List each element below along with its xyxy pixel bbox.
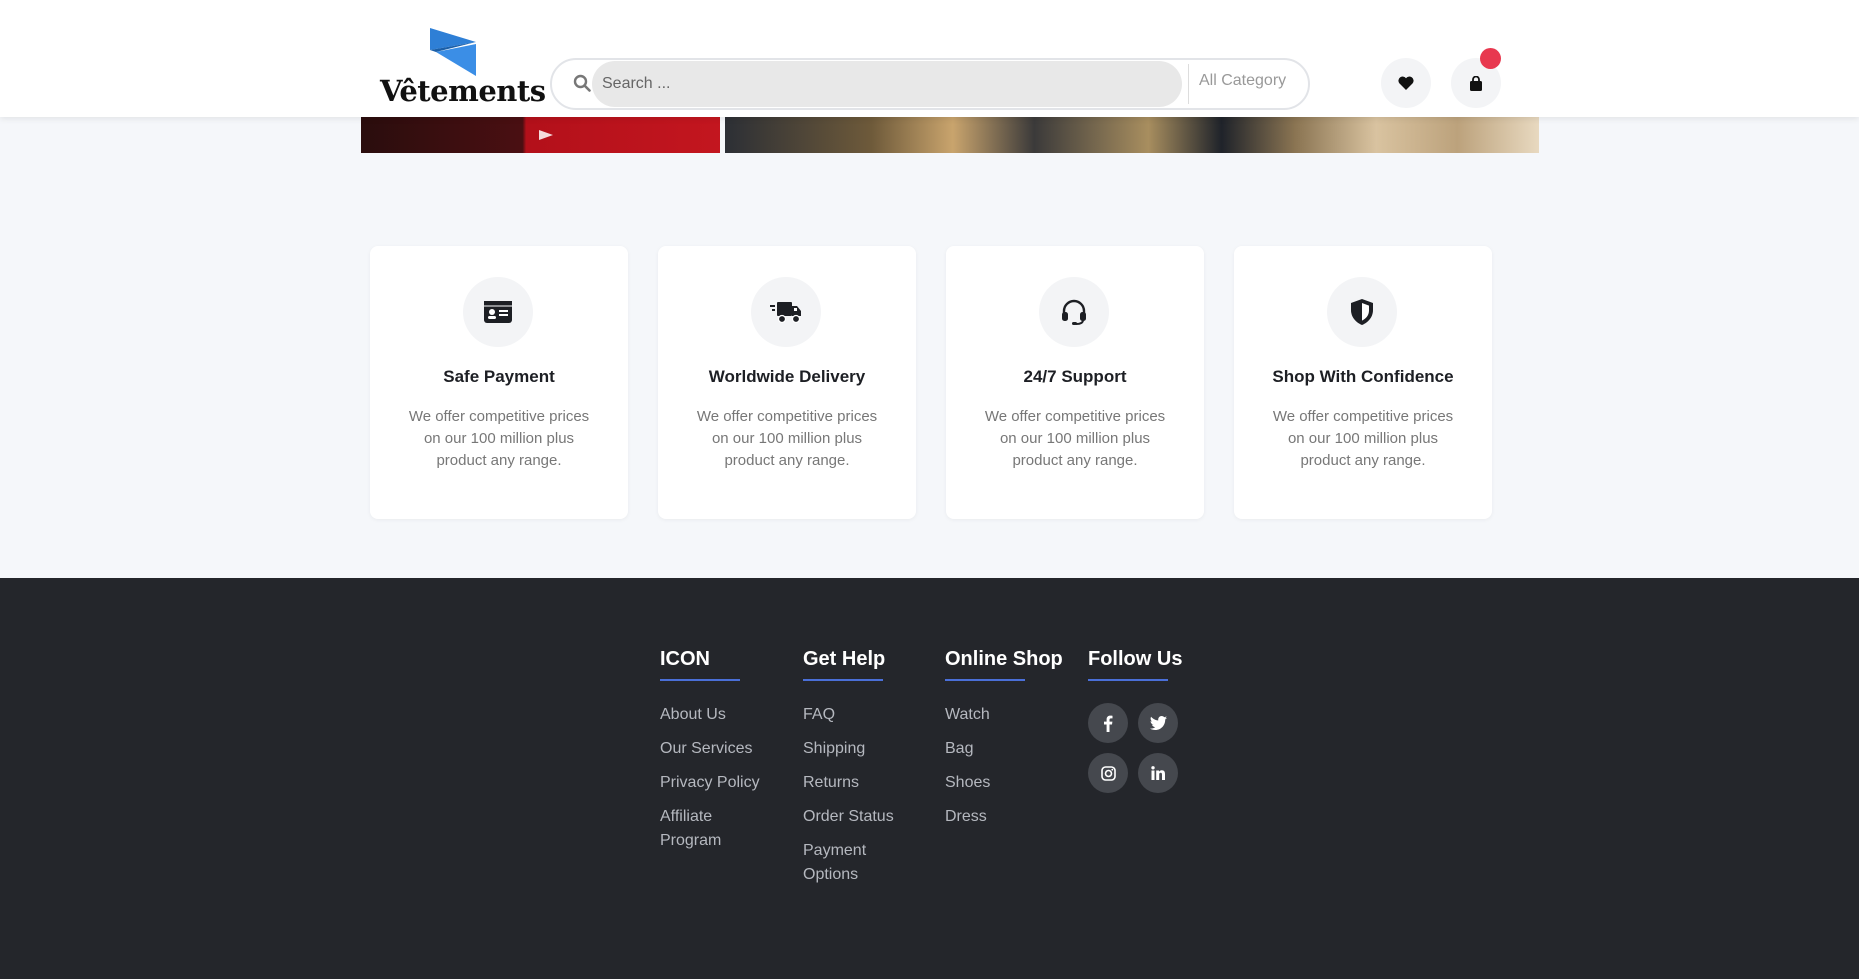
site-footer: ICON About Us Our Services Privacy Polic… [0, 578, 1859, 979]
footer-heading: ICON [660, 648, 770, 681]
feature-icon-wrap [1039, 277, 1109, 347]
footer-heading: Online Shop [945, 648, 1063, 681]
footer-link-about[interactable]: About Us [660, 703, 770, 727]
logo[interactable]: Vêtements [380, 26, 546, 112]
footer-links: Watch Bag Shoes Dress [945, 703, 1063, 829]
feature-card-support: 24/7 Support We offer competitive prices… [946, 246, 1204, 519]
footer-link-affiliate[interactable]: Affiliate Program [660, 805, 740, 853]
footer-link-returns[interactable]: Returns [803, 771, 903, 795]
facebook-icon [1104, 715, 1113, 732]
footer-link-services[interactable]: Our Services [660, 737, 770, 761]
search-icon[interactable] [573, 74, 591, 92]
feature-icon-wrap [751, 277, 821, 347]
feature-title: Shop With Confidence [1272, 367, 1454, 386]
cart-badge [1480, 48, 1501, 69]
social-links [1088, 703, 1182, 793]
truck-icon [770, 302, 801, 324]
id-card-icon [484, 301, 512, 323]
search-input[interactable] [602, 61, 1172, 107]
instagram-button[interactable] [1088, 753, 1128, 793]
feature-card-safe-payment: Safe Payment We offer competitive prices… [370, 246, 628, 519]
footer-col-follow-us: Follow Us [1088, 648, 1182, 793]
category-select[interactable]: All Category [1199, 72, 1286, 90]
linkedin-icon [1151, 766, 1165, 780]
instagram-icon [1100, 765, 1116, 781]
footer-col-online-shop: Online Shop Watch Bag Shoes Dress [945, 648, 1063, 839]
footer-link-payment-options[interactable]: Payment Options [803, 839, 873, 887]
feature-card-shop-confidence: Shop With Confidence We offer competitiv… [1234, 246, 1492, 519]
shopping-bag-icon [1470, 75, 1482, 91]
footer-link-order-status[interactable]: Order Status [803, 805, 903, 829]
feature-desc: We offer competitive prices on our 100 m… [984, 408, 1166, 469]
search-bar: All Category [550, 58, 1310, 110]
footer-heading: Follow Us [1088, 648, 1182, 681]
facebook-button[interactable] [1088, 703, 1128, 743]
headset-icon [1062, 299, 1086, 325]
search-divider [1188, 64, 1189, 104]
banner-play-mark [539, 130, 553, 140]
footer-heading: Get Help [803, 648, 903, 681]
heart-icon [1398, 76, 1414, 90]
logo-text: Vêtements [380, 74, 546, 108]
feature-title: 24/7 Support [1023, 367, 1127, 386]
feature-desc: We offer competitive prices on our 100 m… [1272, 408, 1454, 469]
wishlist-button[interactable] [1381, 58, 1431, 108]
footer-link-shoes[interactable]: Shoes [945, 771, 1063, 795]
feature-card-worldwide-delivery: Worldwide Delivery We offer competitive … [658, 246, 916, 519]
feature-desc: We offer competitive prices on our 100 m… [408, 408, 590, 469]
footer-links: FAQ Shipping Returns Order Status Paymen… [803, 703, 903, 887]
feature-icon-wrap [1327, 277, 1397, 347]
footer-link-dress[interactable]: Dress [945, 805, 1063, 829]
footer-col-icon: ICON About Us Our Services Privacy Polic… [660, 648, 770, 863]
features-section: Safe Payment We offer competitive prices… [370, 246, 1492, 519]
footer-link-bag[interactable]: Bag [945, 737, 1063, 761]
footer-links: About Us Our Services Privacy Policy Aff… [660, 703, 770, 853]
twitter-icon [1149, 716, 1167, 730]
footer-link-privacy[interactable]: Privacy Policy [660, 771, 770, 795]
footer-link-shipping[interactable]: Shipping [803, 737, 903, 761]
feature-title: Safe Payment [443, 367, 555, 386]
feature-title: Worldwide Delivery [708, 367, 866, 386]
footer-col-get-help: Get Help FAQ Shipping Returns Order Stat… [803, 648, 903, 897]
site-header: Vêtements All Category [0, 0, 1859, 117]
linkedin-button[interactable] [1138, 753, 1178, 793]
logo-flag-icon [430, 28, 476, 76]
feature-desc: We offer competitive prices on our 100 m… [696, 408, 878, 469]
feature-icon-wrap [463, 277, 533, 347]
shield-icon [1351, 299, 1373, 325]
twitter-button[interactable] [1138, 703, 1178, 743]
footer-link-watch[interactable]: Watch [945, 703, 1063, 727]
footer-link-faq[interactable]: FAQ [803, 703, 903, 727]
